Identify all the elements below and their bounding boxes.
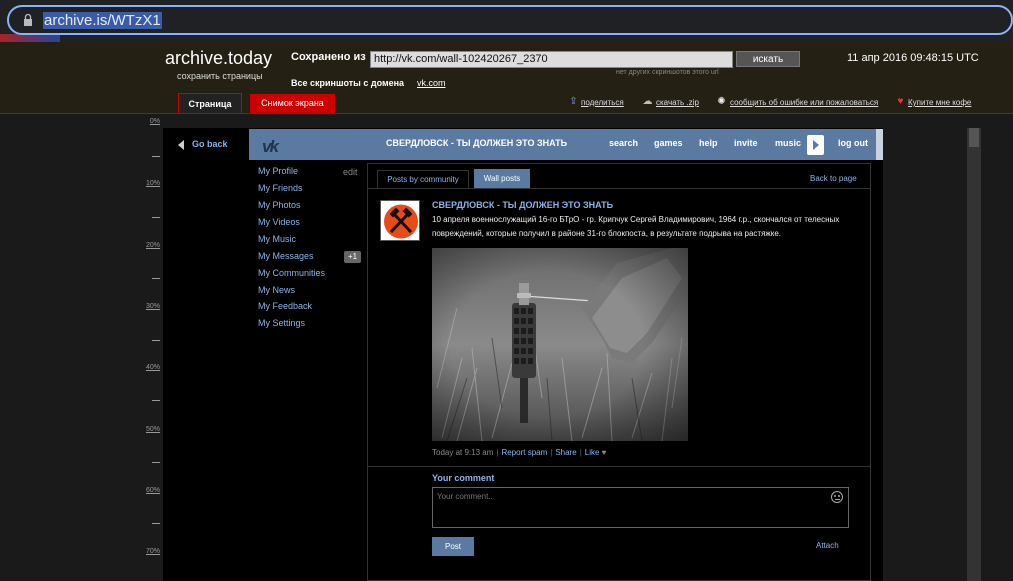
ruler-tick	[152, 340, 160, 341]
ruler-tick	[152, 462, 160, 463]
menu-my-settings[interactable]: My Settings	[258, 318, 305, 328]
coffee-link[interactable]: Купите мне кофе	[908, 98, 971, 107]
all-screenshots-label: Все скриншоты с домена	[291, 78, 405, 88]
report-spam-link[interactable]: Report spam	[501, 448, 547, 457]
share-post-link[interactable]: Share	[555, 448, 576, 457]
share-link[interactable]: поделиться	[581, 98, 624, 107]
back-arrow-icon[interactable]	[178, 140, 184, 150]
nav-help[interactable]: help	[699, 138, 718, 148]
nav-invite[interactable]: invite	[734, 138, 758, 148]
tab-screenshot[interactable]: Снимок экрана	[250, 94, 335, 113]
tab-posts-by-community[interactable]: Posts by community	[377, 170, 469, 188]
archive-subtitle: сохранить страницы	[177, 71, 263, 81]
comment-input[interactable]	[432, 487, 849, 528]
ruler-label[interactable]: 60%	[146, 487, 160, 494]
address-bar[interactable]: archive.is/WTzX1	[7, 5, 1013, 35]
comment-placeholder: Your comment..	[437, 492, 493, 501]
menu-my-friends[interactable]: My Friends	[258, 183, 303, 193]
url-text[interactable]: archive.is/WTzX1	[43, 12, 162, 29]
scrollbar-thumb[interactable]	[969, 128, 979, 147]
back-to-page-link[interactable]: Back to page	[810, 174, 857, 183]
scrollbar-track[interactable]	[967, 128, 981, 581]
attach-link[interactable]: Attach	[816, 541, 839, 550]
post-meta: Today at 9:13 am | Report spam | Share | Like …	[432, 448, 607, 457]
menu-my-photos[interactable]: My Photos	[258, 200, 301, 210]
ruler-tick	[152, 523, 160, 524]
ruler-tick	[152, 278, 160, 279]
ruler-label[interactable]: 30%	[146, 303, 160, 310]
archive-logo[interactable]: archive.today	[165, 48, 272, 69]
lightbulb-icon: ✺	[717, 96, 726, 107]
no-other-note: нет других скриншотов этого url	[616, 69, 719, 76]
menu-my-feedback[interactable]: My Feedback	[258, 301, 312, 311]
saved-url-input[interactable]: http://vk.com/wall-102420267_2370	[370, 51, 733, 68]
vk-group-title[interactable]: СВЕРДЛОВСК - ТЫ ДОЛЖЕН ЭТО ЗНАТЬ	[386, 138, 567, 148]
post-button[interactable]: Post	[432, 537, 474, 556]
ruler-label[interactable]: 20%	[146, 242, 160, 249]
menu-my-communities[interactable]: My Communities	[258, 268, 325, 278]
report-link[interactable]: сообщить об ошибке или пожаловаться	[730, 98, 878, 107]
grenade-tripwire-photo	[432, 248, 688, 441]
menu-my-profile[interactable]: My Profile	[258, 166, 298, 176]
archive-date: 11 апр 2016 09:48:15 UTC	[847, 52, 979, 64]
saved-from-label: Сохранено из	[291, 51, 366, 63]
menu-edit-link[interactable]: edit	[343, 167, 358, 177]
lock-icon	[24, 14, 32, 26]
play-icon[interactable]	[807, 135, 824, 155]
ruler-tick	[152, 400, 160, 401]
post-author[interactable]: СВЕРДЛОВСК - ТЫ ДОЛЖЕН ЭТО ЗНАТЬ	[432, 200, 613, 210]
divider	[367, 466, 871, 467]
menu-my-messages[interactable]: My Messages	[258, 251, 314, 261]
go-back-link[interactable]: Go back	[192, 139, 228, 149]
domain-link[interactable]: vk.com	[417, 78, 446, 88]
search-button[interactable]: искать	[736, 51, 800, 67]
ruler-label[interactable]: 70%	[146, 548, 160, 555]
post-time: Today at 9:13 am	[432, 448, 494, 457]
share-icon: ⇪	[569, 96, 578, 107]
vk-logo[interactable]: vk	[262, 137, 279, 157]
tab-wall-posts[interactable]: Wall posts	[474, 169, 530, 188]
vk-header-edge	[876, 129, 883, 160]
download-zip-link[interactable]: скачать .zip	[656, 98, 699, 107]
ruler-label[interactable]: 40%	[146, 364, 160, 371]
tab-stripe	[0, 34, 60, 42]
messages-badge: +1	[344, 251, 361, 263]
ruler-label[interactable]: 0%	[150, 118, 160, 125]
nav-logout[interactable]: log out	[838, 138, 868, 148]
browser-toolbar: archive.is/WTzX1	[0, 0, 1013, 42]
nav-games[interactable]: games	[654, 138, 683, 148]
archive-header: archive.today сохранить страницы Сохране…	[0, 42, 1013, 114]
menu-my-videos[interactable]: My Videos	[258, 217, 300, 227]
hammers-logo-icon	[384, 204, 418, 239]
ruler-tick	[152, 156, 160, 157]
ruler-label[interactable]: 50%	[146, 426, 160, 433]
ruler-label[interactable]: 10%	[146, 180, 160, 187]
like-link[interactable]: Like	[585, 448, 600, 457]
scroll-ruler: 0% 10% 20% 30% 40% 50% 60% 70%	[140, 118, 162, 581]
heart-icon: ♥	[897, 96, 904, 107]
post-photo[interactable]	[432, 248, 688, 441]
emoji-icon[interactable]	[831, 491, 843, 503]
post-text: 10 апреля военнослужащий 16-го БТрО - гр…	[432, 215, 840, 238]
ruler-tick	[152, 217, 160, 218]
tab-page[interactable]: Страница	[178, 93, 242, 113]
nav-search[interactable]: search	[609, 138, 638, 148]
comment-heading: Your comment	[432, 473, 495, 483]
avatar[interactable]	[380, 200, 420, 241]
menu-my-music[interactable]: My Music	[258, 234, 296, 244]
like-heart-icon[interactable]: ♥	[599, 448, 607, 457]
cloud-download-icon: ☁	[642, 96, 653, 107]
menu-my-news[interactable]: My News	[258, 285, 295, 295]
nav-music[interactable]: music	[775, 138, 801, 148]
